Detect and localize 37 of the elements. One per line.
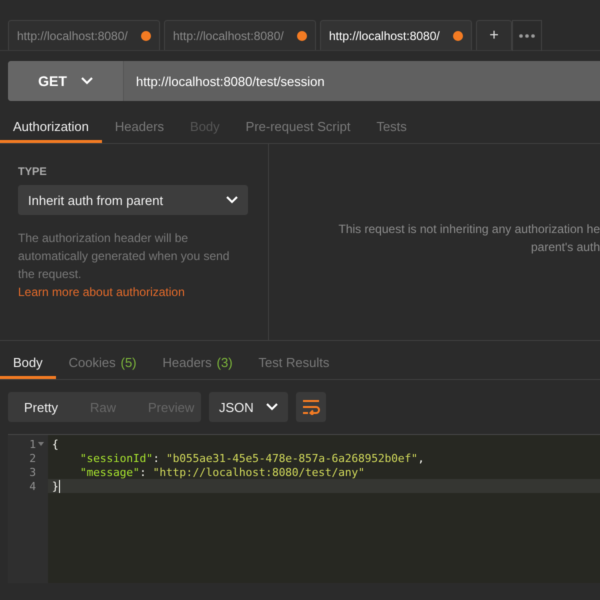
view-mode-tab[interactable]: Pretty [8,392,74,422]
more-icon [519,34,535,38]
request-tab[interactable]: http://localhost:8080/ [8,20,160,50]
line-number: 3 [28,465,37,479]
code-line: { [51,437,60,451]
wrap-lines-button[interactable] [296,392,326,422]
request-section-tab[interactable]: Headers [102,113,178,143]
format-dropdown[interactable]: JSON [209,392,288,422]
response-tab[interactable]: Headers (3) [150,349,246,379]
chevron-down-icon [226,196,238,204]
more-button[interactable] [512,20,542,51]
request-section-tab[interactable]: Authorization [0,113,102,143]
inherit-message: parent's auth [530,239,600,256]
learn-more-link[interactable]: Learn more about authorization [18,285,185,299]
fold-caret-icon[interactable] [38,442,44,446]
code-line: "sessionId": "b055ae31-45e5-478e-857a-6a268952b0ef", [79,451,426,465]
response-tab[interactable]: Test Results [246,349,342,379]
line-number: 4 [28,479,37,493]
line-number: 2 [28,451,37,465]
wrap-lines-icon [302,399,320,415]
text-cursor [58,480,60,492]
add-tab-button[interactable]: + [476,20,512,50]
line-number: 1 [8,437,48,451]
auth-type-dropdown[interactable]: Inherit auth from parent [18,185,248,215]
chevron-down-icon [266,403,278,411]
code-line: "message": "http://localhost:8080/test/any" [79,465,366,479]
chevron-down-icon [80,77,93,85]
response-tab[interactable]: Cookies (5) [56,349,150,379]
request-section-tab[interactable]: Tests [363,113,420,143]
response-tab[interactable]: Body [0,349,56,379]
method-dropdown[interactable]: GET [8,61,124,101]
inherit-message: This request is not inheriting any authorization he [338,221,600,238]
request-section-tab[interactable]: Pre-request Script [232,113,364,143]
auth-description: The authorization header will be automatically generated when you send the request. Learn more about authorization [18,230,230,301]
request-tab[interactable]: http://localhost:8080/ [320,20,472,50]
type-label: TYPE [18,166,48,178]
request-tab[interactable]: http://localhost:8080/ [164,20,316,50]
